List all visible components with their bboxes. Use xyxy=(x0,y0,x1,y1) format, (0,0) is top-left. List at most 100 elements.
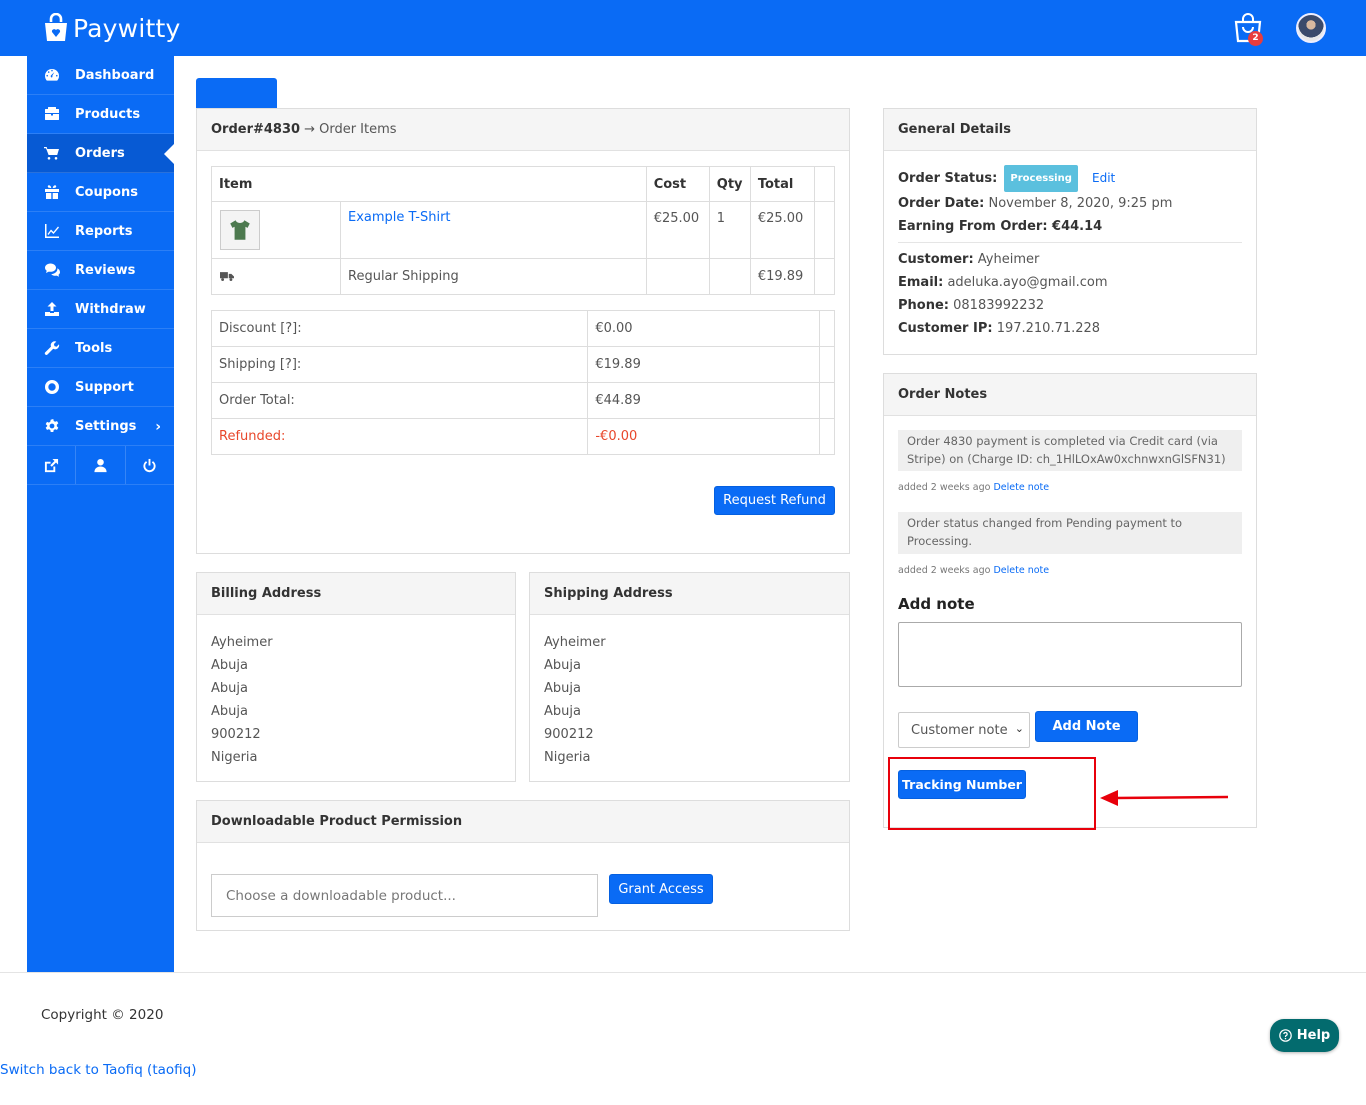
address-line: Abuja xyxy=(211,704,248,719)
arrow-left-icon xyxy=(1100,790,1229,806)
sidebar-item-products[interactable]: Products xyxy=(27,95,174,134)
item-cost: €25.00 xyxy=(645,201,710,259)
totals-row: Order Total: €44.89 xyxy=(210,382,836,419)
request-refund-button[interactable]: Request Refund xyxy=(714,486,835,515)
sidebar-item-orders[interactable]: Orders xyxy=(27,134,174,173)
sidebar-item-settings[interactable]: Settings › xyxy=(27,407,174,446)
totals-value: €19.89 xyxy=(587,346,820,383)
sidebar-item-withdraw[interactable]: Withdraw xyxy=(27,290,174,329)
address-line: Nigeria xyxy=(211,750,258,765)
customer-line: Customer: Ayheimer xyxy=(898,248,1242,271)
totals-value: €0.00 xyxy=(587,310,820,347)
panel-heading: Billing Address xyxy=(197,573,515,615)
panel-heading: General Details xyxy=(884,109,1256,151)
table-row: Example T-Shirt €25.00 1 €25.00 xyxy=(211,201,836,259)
empty-cell xyxy=(813,201,836,259)
item-total: €25.00 xyxy=(749,201,815,259)
order-date-line: Order Date: November 8, 2020, 9:25 pm xyxy=(898,192,1242,215)
note-type-value: Customer note xyxy=(911,722,1008,738)
delete-note-link[interactable]: Delete note xyxy=(993,565,1049,576)
earning-from-order: Earning From Order: €44.14 xyxy=(898,219,1103,234)
shipping-cell: Regular Shipping xyxy=(211,258,647,295)
external-link-icon[interactable] xyxy=(27,446,77,484)
product-thumbnail[interactable] xyxy=(220,210,260,250)
delete-note-link[interactable]: Delete note xyxy=(993,482,1049,493)
sidebar-item-label: Tools xyxy=(75,340,113,356)
address-line: Abuja xyxy=(544,681,581,696)
copyright-text: Copyright © 2020 xyxy=(41,1007,164,1023)
line-chart-icon xyxy=(42,223,62,239)
item-cell: Example T-Shirt xyxy=(211,201,647,259)
product-link[interactable]: Example T-Shirt xyxy=(348,210,451,225)
totals-value: €44.89 xyxy=(587,382,820,419)
cart-button[interactable]: 2 xyxy=(1232,12,1264,46)
refunded-value: -€0.00 xyxy=(587,418,820,455)
downloadable-product-select[interactable]: Choose a downloadable product... xyxy=(211,874,598,917)
sidebar-item-label: Orders xyxy=(75,145,125,161)
phone-line: Phone: 08183992232 xyxy=(898,294,1242,317)
note-time: added 2 weeks ago xyxy=(898,482,991,493)
general-details-body: Order Status: Processing Edit Order Date… xyxy=(898,165,1242,340)
gift-icon xyxy=(42,184,62,200)
order-date: November 8, 2020, 9:25 pm xyxy=(988,196,1173,211)
truck-icon xyxy=(220,272,234,281)
sidebar-item-label: Dashboard xyxy=(75,67,155,83)
panel-heading: Order Notes xyxy=(884,374,1256,416)
shipping-address-lines: Ayheimer Abuja Abuja Abuja 900212 Nigeri… xyxy=(544,631,606,769)
note-textarea[interactable] xyxy=(898,622,1242,687)
order-subtitle: → Order Items xyxy=(304,122,397,137)
sidebar-item-reports[interactable]: Reports xyxy=(27,212,174,251)
totals-row: Shipping [?]: €19.89 xyxy=(210,346,836,383)
date-label: Order Date: xyxy=(898,196,985,211)
logo[interactable]: Paywitty xyxy=(42,10,180,46)
sidebar-item-support[interactable]: Support xyxy=(27,368,174,407)
note-type-select[interactable]: Customer note ⌄ xyxy=(898,712,1030,748)
cart-icon xyxy=(42,145,62,161)
highlight-box xyxy=(888,757,1096,830)
column-header: Qty xyxy=(708,166,751,202)
sidebar-item-label: Settings xyxy=(75,418,137,434)
add-note-button[interactable]: Add Note xyxy=(1035,711,1138,742)
table-header-row: Item Cost Qty Total xyxy=(211,166,836,202)
address-line: Abuja xyxy=(211,681,248,696)
address-line: Abuja xyxy=(544,658,581,673)
edit-status-link[interactable]: Edit xyxy=(1092,171,1115,185)
item-qty: 1 xyxy=(708,201,751,259)
user-icon[interactable] xyxy=(76,446,126,484)
sidebar-item-coupons[interactable]: Coupons xyxy=(27,173,174,212)
add-note-heading: Add note xyxy=(898,595,975,613)
sidebar-item-dashboard[interactable]: Dashboard xyxy=(27,56,174,95)
avatar[interactable] xyxy=(1296,13,1326,43)
address-line: 900212 xyxy=(544,727,594,742)
phone-label: Phone: xyxy=(898,298,949,313)
shipping-total: €19.89 xyxy=(749,258,815,295)
general-details-panel: General Details Order Status: Processing… xyxy=(883,108,1257,355)
empty-cell xyxy=(818,418,836,455)
help-button[interactable]: Help xyxy=(1270,1019,1339,1052)
power-icon[interactable] xyxy=(126,446,174,484)
address-line: Abuja xyxy=(211,658,248,673)
wrench-icon xyxy=(42,340,62,356)
dashboard-icon xyxy=(42,67,62,83)
sidebar-item-label: Withdraw xyxy=(75,301,146,317)
empty-cell xyxy=(818,382,836,419)
order-totals-table: Discount [?]: €0.00 Shipping [?]: €19.89… xyxy=(210,310,836,455)
status-label: Order Status: xyxy=(898,171,998,186)
note-meta: added 2 weeks ago Delete note xyxy=(898,565,1049,576)
sidebar-item-reviews[interactable]: Reviews xyxy=(27,251,174,290)
switch-back-link[interactable]: Switch back to Taofiq (taofiq) xyxy=(0,1062,196,1078)
downloadable-permission-panel: Downloadable Product Permission Choose a… xyxy=(196,800,850,931)
grant-access-button[interactable]: Grant Access xyxy=(609,874,713,904)
customer-name: Ayheimer xyxy=(977,252,1040,267)
cart-count-badge: 2 xyxy=(1248,31,1263,46)
sidebar: Dashboard Products Orders Coupons Report… xyxy=(27,56,174,972)
sidebar-item-tools[interactable]: Tools xyxy=(27,329,174,368)
back-button[interactable] xyxy=(196,78,277,108)
order-items-panel: Order#4830 → Order Items Item Cost Qty T… xyxy=(196,108,850,554)
column-header: Item xyxy=(211,166,647,202)
totals-row: Refunded: -€0.00 xyxy=(210,418,836,455)
email-line: Email: adeluka.ayo@gmail.com xyxy=(898,271,1242,294)
order-number: Order#4830 xyxy=(211,122,301,137)
customer-label: Customer: xyxy=(898,252,974,267)
comments-icon xyxy=(42,262,62,278)
